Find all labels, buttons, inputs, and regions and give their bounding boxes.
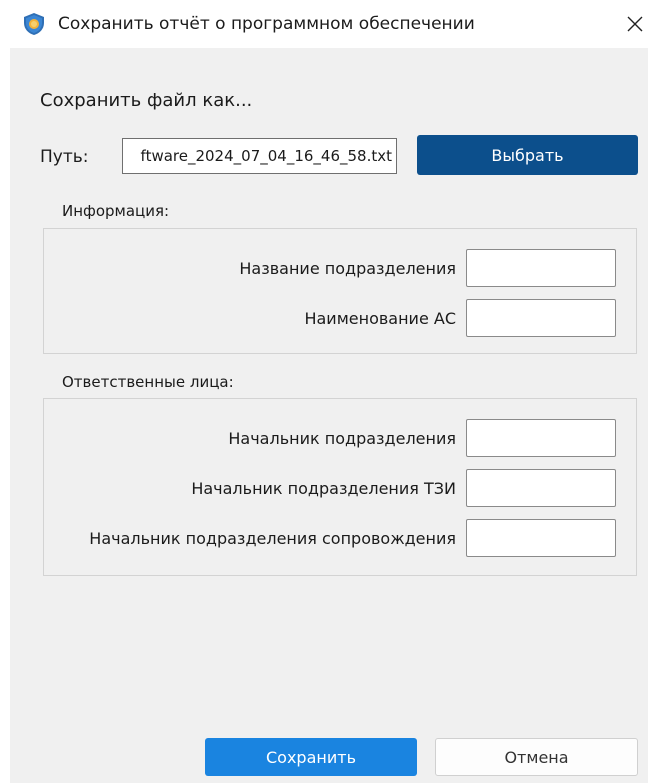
field-row-department-head: Начальник подразделения — [228, 419, 616, 457]
path-value: ftware_2024_07_04_16_46_58.txt — [140, 147, 392, 165]
support-head-label: Начальник подразделения сопровождения — [89, 528, 456, 548]
department-name-label: Название подразделения — [239, 258, 456, 278]
system-name-label: Наименование АС — [304, 308, 456, 328]
responsible-groupbox: Начальник подразделения Начальник подраз… — [43, 398, 637, 576]
save-as-heading: Сохранить файл как... — [40, 90, 253, 111]
field-row-tzi-head: Начальник подразделения ТЗИ — [191, 469, 616, 507]
window-title: Сохранить отчёт о программном обеспечени… — [58, 14, 475, 34]
choose-button[interactable]: Выбрать — [417, 135, 638, 175]
path-input[interactable]: ftware_2024_07_04_16_46_58.txt — [122, 138, 397, 174]
save-button[interactable]: Сохранить — [205, 738, 417, 776]
field-row-department-name: Название подразделения — [239, 249, 616, 287]
department-name-input[interactable] — [466, 249, 616, 287]
close-button[interactable] — [612, 4, 658, 44]
info-groupbox: Название подразделения Наименование АС — [43, 228, 637, 354]
dialog-body: Сохранить файл как... Путь: ftware_2024_… — [10, 48, 648, 783]
department-head-label: Начальник подразделения — [228, 428, 456, 448]
system-name-input[interactable] — [466, 299, 616, 337]
path-label: Путь: — [40, 147, 89, 167]
info-group-title: Информация: — [62, 202, 170, 220]
field-row-system-name: Наименование АС — [304, 299, 616, 337]
tzi-head-input[interactable] — [466, 469, 616, 507]
support-head-input[interactable] — [466, 519, 616, 557]
tzi-head-label: Начальник подразделения ТЗИ — [191, 478, 456, 498]
close-icon — [627, 16, 643, 32]
title-bar: Сохранить отчёт о программном обеспечени… — [0, 0, 658, 48]
shield-icon — [24, 13, 44, 35]
cancel-button[interactable]: Отмена — [435, 738, 638, 776]
responsible-group-title: Ответственные лица: — [62, 373, 234, 391]
department-head-input[interactable] — [466, 419, 616, 457]
field-row-support-head: Начальник подразделения сопровождения — [89, 519, 616, 557]
